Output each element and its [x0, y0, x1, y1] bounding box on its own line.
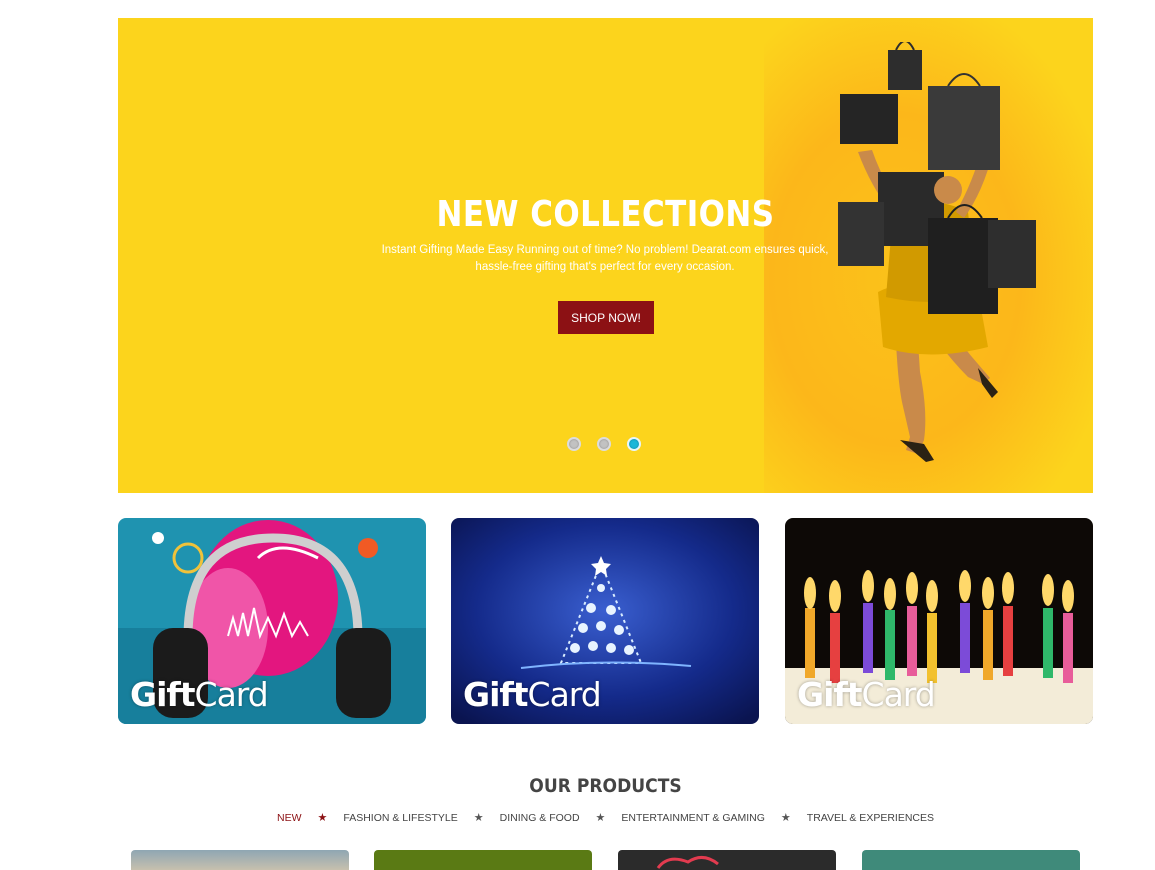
- gift-card-christmas[interactable]: GiftCard: [451, 518, 759, 724]
- slider-dot-3[interactable]: [627, 437, 641, 451]
- star-separator-icon: ★: [317, 812, 328, 824]
- product-thumbnail[interactable]: [862, 850, 1080, 870]
- slider-pagination: [567, 437, 641, 451]
- tab-fashion-lifestyle[interactable]: FASHION & LIFESTYLE: [343, 812, 457, 824]
- slider-dot-2[interactable]: [597, 437, 611, 451]
- tab-new[interactable]: NEW: [277, 812, 302, 824]
- tab-entertainment-gaming[interactable]: ENTERTAINMENT & GAMING: [621, 812, 765, 824]
- hero-title: NEW COLLECTIONS: [436, 194, 775, 235]
- products-section-title: OUR PRODUCTS: [529, 775, 682, 797]
- product-thumbnail-art: [656, 856, 719, 869]
- gift-card-label: GiftCard: [463, 675, 602, 714]
- star-separator-icon: ★: [780, 812, 791, 824]
- tab-travel-experiences[interactable]: TRAVEL & EXPERIENCES: [807, 812, 934, 824]
- shop-now-button[interactable]: SHOP NOW!: [558, 301, 654, 334]
- gift-card-birthday[interactable]: GiftCard: [785, 518, 1093, 724]
- gift-card-label: GiftCard: [797, 675, 936, 714]
- star-separator-icon: ★: [473, 812, 484, 824]
- hero-slider: NEW COLLECTIONS Instant Gifting Made Eas…: [118, 18, 1093, 493]
- gift-card-music[interactable]: GiftCard: [118, 518, 426, 724]
- tab-dining-food[interactable]: DINING & FOOD: [500, 812, 580, 824]
- product-thumbnail[interactable]: [131, 850, 349, 870]
- product-category-tabs: NEW ★ FASHION & LIFESTYLE ★ DINING & FOO…: [0, 811, 1155, 825]
- product-thumbnail[interactable]: [374, 850, 592, 870]
- gift-card-label: GiftCard: [130, 675, 269, 714]
- star-separator-icon: ★: [595, 812, 606, 824]
- hero-subtitle: Instant Gifting Made Easy Running out of…: [381, 244, 829, 273]
- slider-dot-1[interactable]: [567, 437, 581, 451]
- product-thumbnail[interactable]: [618, 850, 836, 870]
